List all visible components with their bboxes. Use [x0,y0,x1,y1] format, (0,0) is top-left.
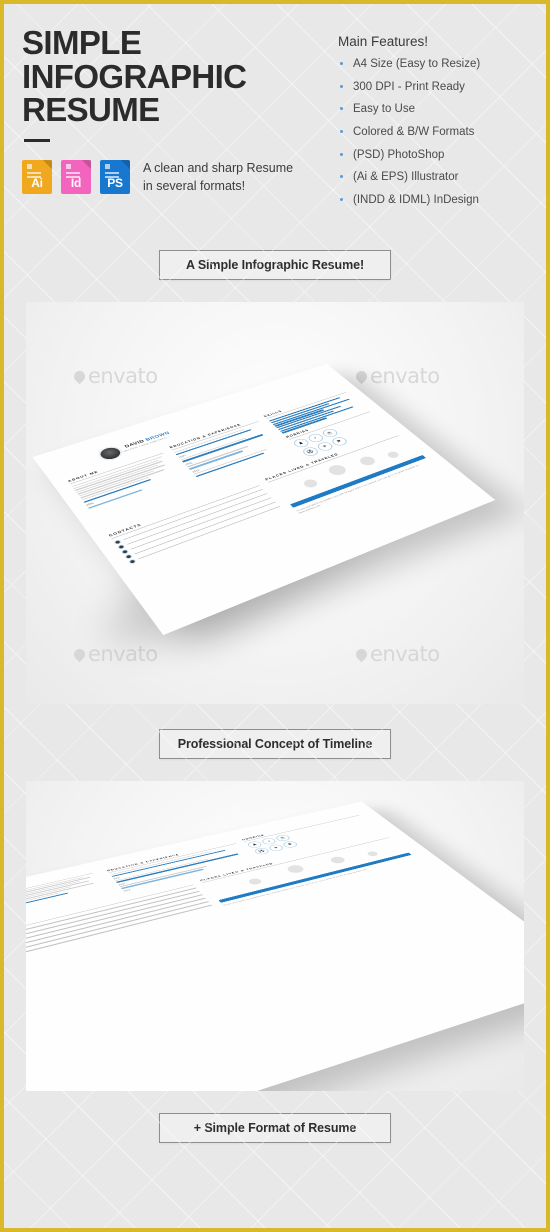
formats-caption-line-1: A clean and sharp Resume [143,160,294,175]
formats-caption: A clean and sharp Resume in several form… [143,159,293,195]
bullet-icon [340,152,343,156]
section-label-3-wrap: + Simple Format of Resume [4,1113,546,1144]
bullet-icon [340,84,343,88]
sheet-stage: DAVID BROWN GRAPHIC / WEB DESIGNER ABOUT… [26,302,524,704]
features-title: Main Features! [338,34,429,49]
feature-label: (PSD) PhotoShop [353,148,445,161]
page-fold-corner [121,160,130,170]
features-panel: Main Features! A4 Size (Easy to Resize) … [338,26,528,216]
hobby-icon: ⚽ [252,847,271,856]
formats-row: Ai Id PS A clean and sharp Resume in sev… [22,159,322,195]
resume-preview-2: envato envato 2006 EDU [26,781,524,1092]
photoshop-file-icon: PS [100,160,130,195]
resume-sheet-closeup: 2006 EDUCATION & EXPERIENCE 2011 2012 [26,801,524,1092]
resume-preview-1: envato envato envato envato DAVID BROWN … [26,302,524,705]
bullet-icon [340,129,343,133]
title-block: SIMPLE INFOGRAPHIC RESUME Ai Id PS A cle… [22,26,322,216]
feature-item: (INDD & IDML) InDesign [338,194,528,217]
title-divider-rule [24,138,50,142]
feature-item: A4 Size (Easy to Resize) [338,58,528,81]
promo-page: SIMPLE INFOGRAPHIC RESUME Ai Id PS A cle… [4,4,546,1228]
page-fold-corner [82,160,91,170]
title-line-3: RESUME [22,91,160,129]
formats-caption-line-2: in several formats! [143,179,246,194]
resume-sheet: DAVID BROWN GRAPHIC / WEB DESIGNER ABOUT… [32,364,496,636]
section-label-1: A Simple Infographic Resume! [159,250,391,281]
photoshop-file-label: PS [107,176,123,191]
feature-label: (Ai & EPS) Illustrator [353,171,459,184]
hobby-icon: ✈ [267,844,286,853]
feature-item: (Ai & EPS) Illustrator [338,171,528,194]
bullet-icon [340,175,343,179]
section-label-1-wrap: A Simple Infographic Resume! [4,250,546,281]
title-line-1: SIMPLE [22,24,142,61]
feature-item: Easy to Use [338,103,528,126]
section-label-2-wrap: Professional Concept of Timeline [4,729,546,760]
illustrator-file-label: Ai [31,176,43,191]
facebook-icon [127,558,137,565]
page-title: SIMPLE INFOGRAPHIC RESUME [22,26,322,127]
indesign-file-label: Id [70,176,82,191]
feature-item: (PSD) PhotoShop [338,149,528,172]
features-list: A4 Size (Easy to Resize) 300 DPI - Print… [338,58,528,216]
feature-label: Colored & B/W Formats [353,125,475,138]
indesign-file-icon: Id [61,160,91,195]
bullet-icon [340,107,343,111]
hobby-icon: ⚽ [300,446,321,458]
illustrator-file-icon: Ai [22,160,52,195]
sheet-stage: 2006 EDUCATION & EXPERIENCE 2011 2012 [26,781,524,1092]
feature-label: A4 Size (Easy to Resize) [353,58,481,70]
feature-item: 300 DPI - Print Ready [338,81,528,104]
header: SIMPLE INFOGRAPHIC RESUME Ai Id PS A cle… [4,4,546,216]
feature-item: Colored & B/W Formats [338,126,528,149]
feature-label: 300 DPI - Print Ready [353,80,465,93]
title-line-2: INFOGRAPHIC [22,57,247,95]
section-label-3: + Simple Format of Resume [159,1113,391,1144]
resume-section-hobbies: HOBBIES [241,813,360,843]
resume-name: DAVID BROWN [124,431,171,449]
hobby-icon: ⚑ [281,840,300,849]
feature-label: Easy to Use [353,103,415,116]
section-label-2: Professional Concept of Timeline [159,729,391,760]
bullet-icon [340,197,343,201]
feature-label: (INDD & IDML) InDesign [353,193,479,206]
promo-page-frame: SIMPLE INFOGRAPHIC RESUME Ai Id PS A cle… [0,0,550,1232]
page-fold-corner [43,160,52,170]
bullet-icon [340,62,343,65]
